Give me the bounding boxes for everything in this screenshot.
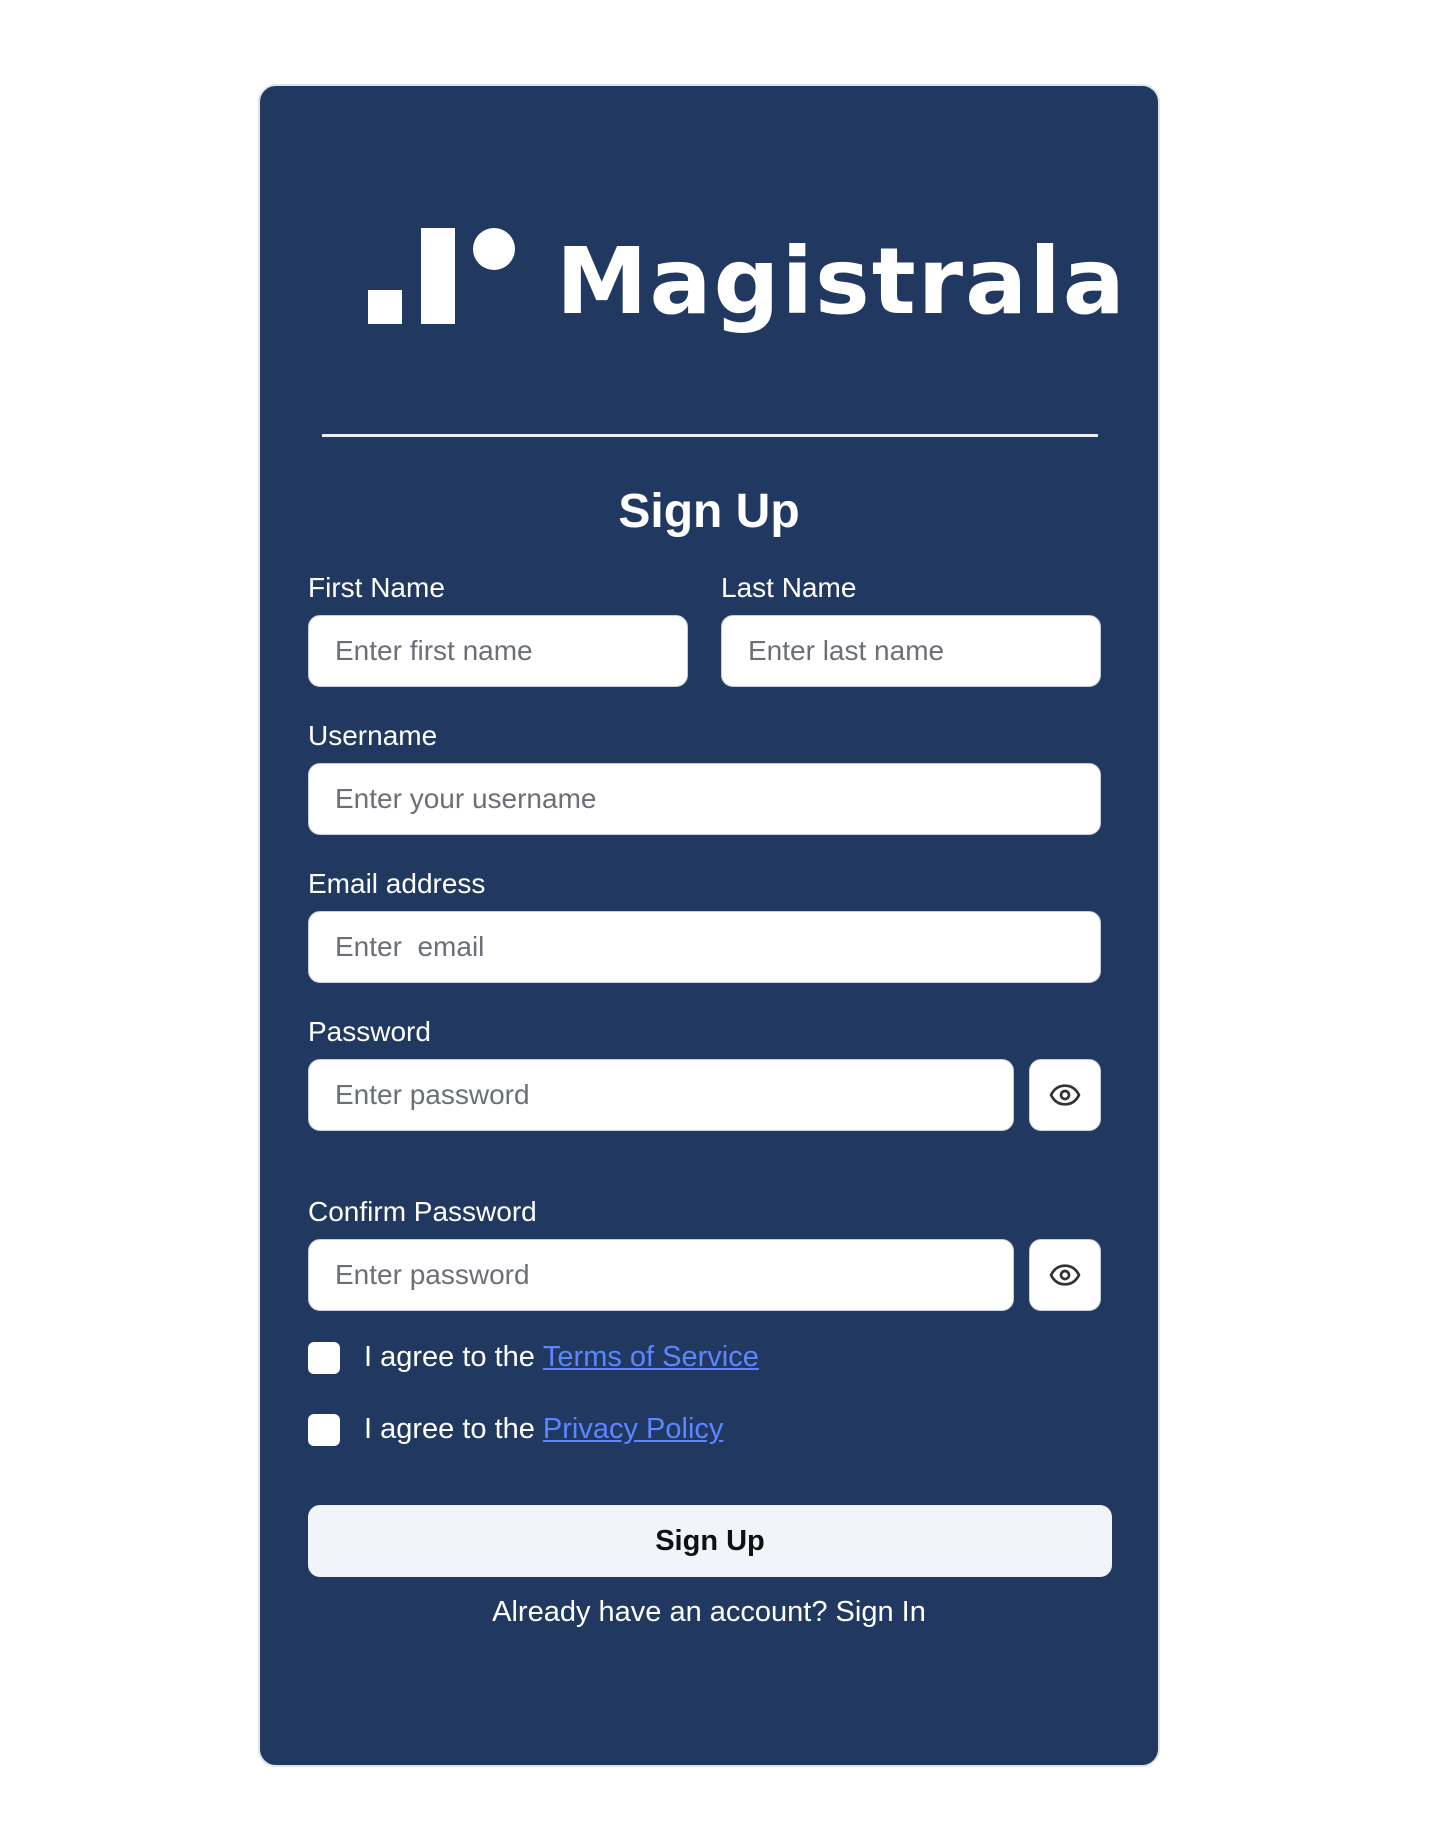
magistrala-logo-icon — [368, 228, 528, 348]
password-label: Password — [308, 1016, 431, 1047]
username-input[interactable] — [308, 763, 1101, 835]
toggle-confirm-password-visibility-button[interactable] — [1029, 1239, 1101, 1311]
privacy-prefix: I agree to the — [364, 1413, 535, 1445]
confirm-password-label: Confirm Password — [308, 1196, 537, 1227]
email-input[interactable] — [308, 911, 1101, 983]
last-name-input[interactable] — [721, 615, 1101, 687]
privacy-agreement-row: I agree to the Privacy Policy — [308, 1413, 723, 1446]
page: Magistrala Sign Up First Name Last Name … — [0, 0, 1431, 1837]
signin-prompt-text: Already have an account? — [492, 1596, 828, 1628]
logo-divider — [322, 434, 1098, 437]
signin-prompt: Already have an account? Sign In — [260, 1596, 1158, 1629]
privacy-checkbox[interactable] — [308, 1413, 340, 1446]
eye-icon — [1049, 1264, 1081, 1286]
first-name-label: First Name — [308, 572, 445, 603]
privacy-policy-link[interactable]: Privacy Policy — [543, 1413, 724, 1446]
form-title: Sign Up — [618, 485, 800, 538]
signup-card: Magistrala Sign Up First Name Last Name … — [258, 84, 1160, 1767]
toggle-password-visibility-button[interactable] — [1029, 1059, 1101, 1131]
eye-icon — [1049, 1084, 1081, 1106]
terms-checkbox[interactable] — [308, 1341, 340, 1374]
terms-of-service-link[interactable]: Terms of Service — [543, 1341, 759, 1374]
password-input[interactable] — [308, 1059, 1014, 1131]
terms-prefix: I agree to the — [364, 1341, 535, 1373]
terms-agreement-row: I agree to the Terms of Service — [308, 1341, 759, 1374]
email-label: Email address — [308, 868, 486, 899]
sign-up-button[interactable]: Sign Up — [308, 1505, 1112, 1577]
brand-logo: Magistrala — [368, 228, 1125, 348]
sign-in-link[interactable]: Sign In — [836, 1596, 926, 1628]
confirm-password-input[interactable] — [308, 1239, 1014, 1311]
first-name-input[interactable] — [308, 615, 688, 687]
username-label: Username — [308, 720, 438, 751]
last-name-label: Last Name — [721, 572, 857, 603]
brand-name: Magistrala — [556, 228, 1127, 335]
